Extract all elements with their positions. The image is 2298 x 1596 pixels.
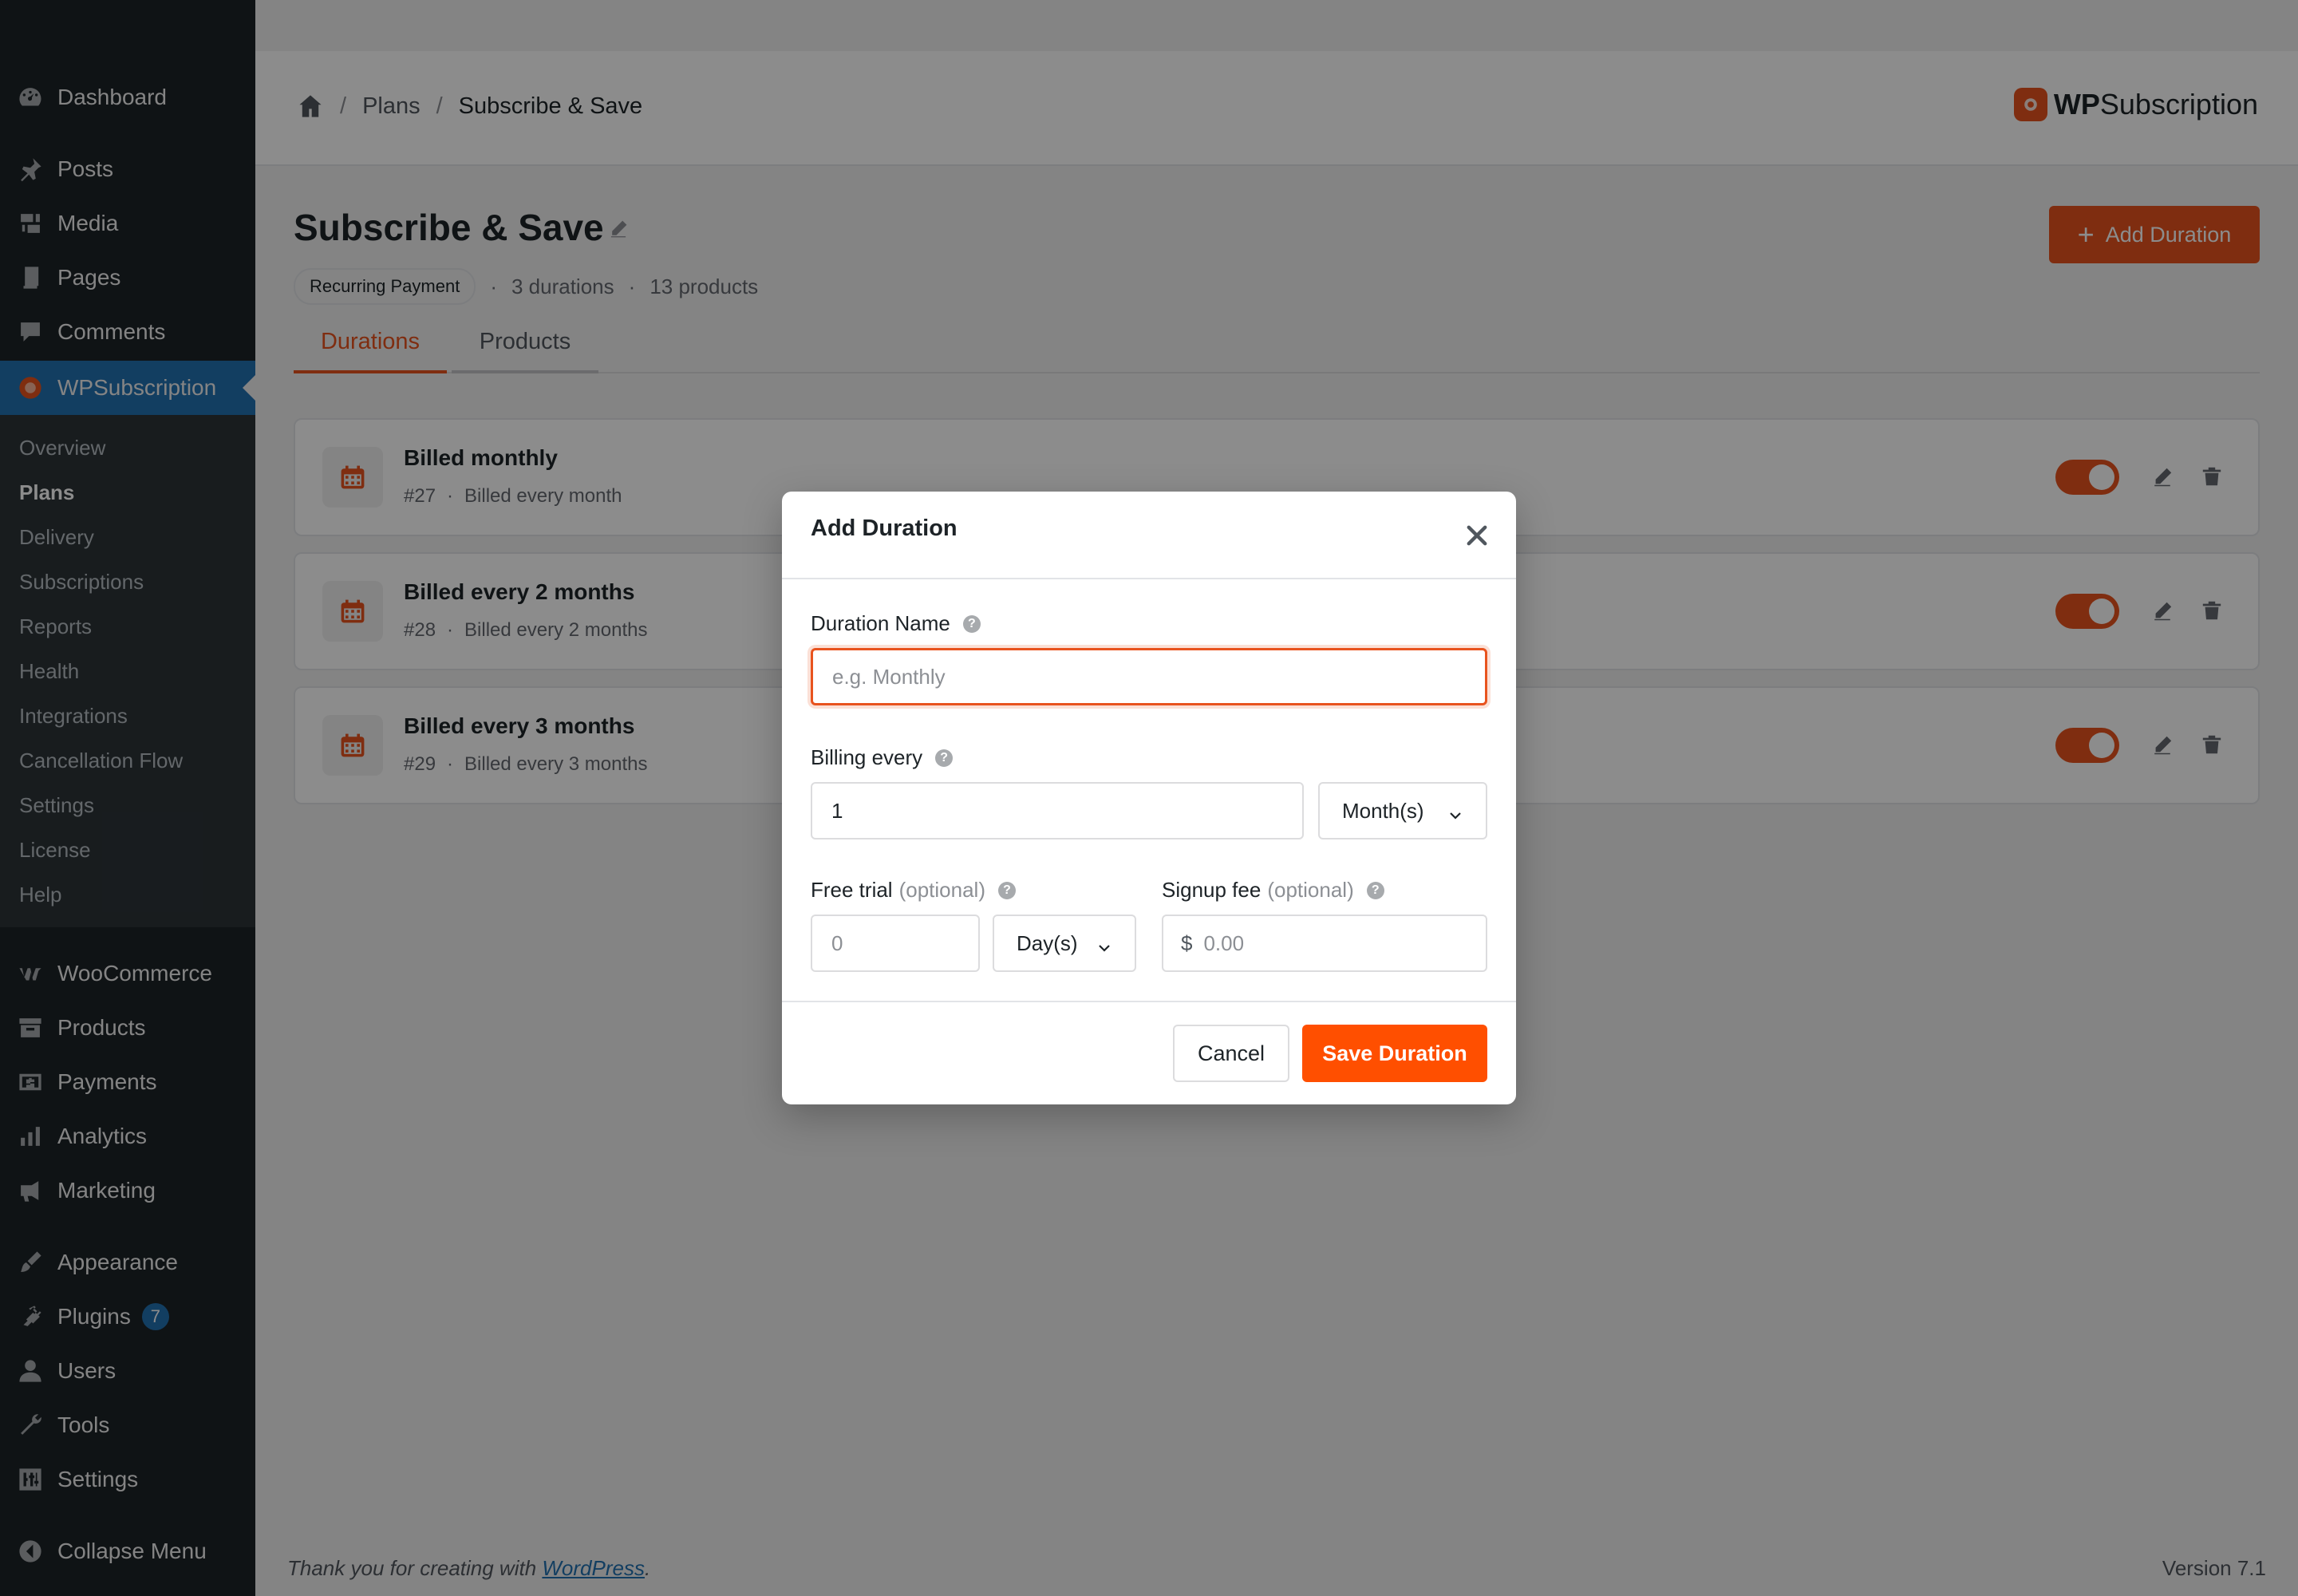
signup-fee-label: Signup fee (optional) ? xyxy=(1162,878,1384,903)
optional-hint: (optional) xyxy=(898,878,985,902)
modal-title: Add Duration xyxy=(811,516,958,541)
close-icon[interactable] xyxy=(1463,522,1491,549)
help-icon[interactable]: ? xyxy=(962,614,981,633)
modal-header: Add Duration xyxy=(782,492,1516,579)
help-icon[interactable]: ? xyxy=(1366,881,1384,899)
select-value: Day(s) xyxy=(1017,930,1078,955)
trial-unit-select[interactable]: Day(s) xyxy=(993,915,1136,972)
cancel-button[interactable]: Cancel xyxy=(1173,1025,1289,1082)
currency-symbol: $ xyxy=(1181,930,1193,955)
modal-footer: Cancel Save Duration xyxy=(782,1001,1516,1104)
chevron-down-icon xyxy=(1096,937,1112,962)
help-icon[interactable]: ? xyxy=(997,881,1016,899)
label-text: Signup fee xyxy=(1162,878,1262,902)
free-trial-input[interactable] xyxy=(811,915,980,972)
chevron-down-icon xyxy=(1447,804,1463,829)
optional-hint: (optional) xyxy=(1267,878,1354,902)
billing-interval-input[interactable] xyxy=(811,782,1304,839)
save-duration-button[interactable]: Save Duration xyxy=(1302,1025,1487,1082)
label-text: Free trial xyxy=(811,878,893,902)
billing-unit-select[interactable]: Month(s) xyxy=(1318,782,1487,839)
duration-name-input[interactable] xyxy=(811,648,1487,705)
select-value: Month(s) xyxy=(1342,798,1424,823)
duration-name-label: Duration Name ? xyxy=(811,611,981,636)
add-duration-modal: Add Duration Duration Name ? Billing eve… xyxy=(782,492,1516,1104)
free-trial-label: Free trial (optional) ? xyxy=(811,878,1016,903)
label-text: Duration Name xyxy=(811,611,950,635)
help-icon[interactable]: ? xyxy=(935,749,954,767)
label-text: Billing every xyxy=(811,745,923,769)
billing-every-label: Billing every ? xyxy=(811,745,954,770)
signup-fee-input[interactable] xyxy=(1203,930,1459,956)
signup-fee-field: $ xyxy=(1162,915,1487,972)
